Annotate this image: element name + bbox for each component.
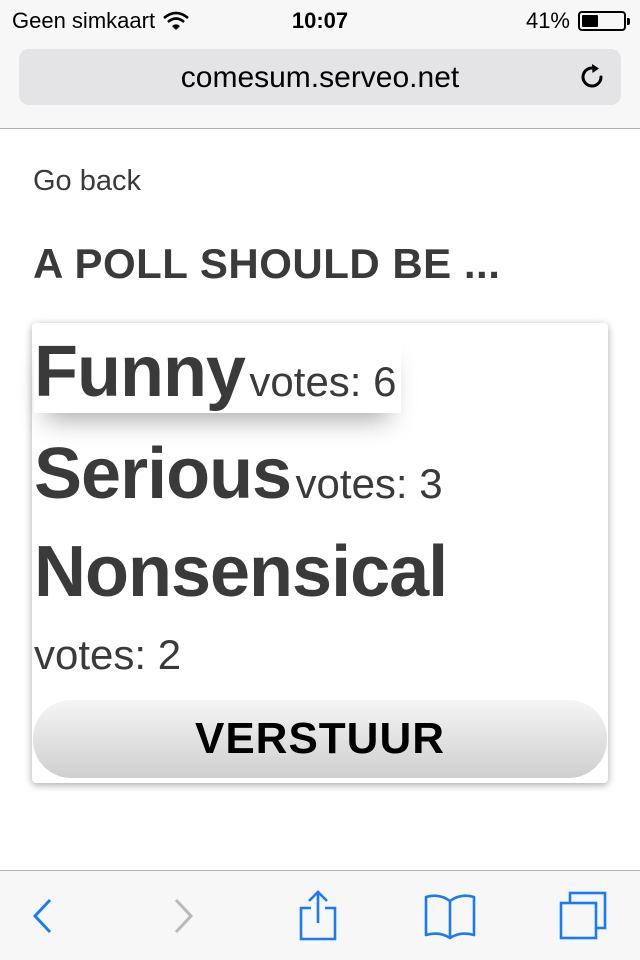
poll-option-serious[interactable]: Serious votes: 3 (34, 433, 443, 515)
bookmarks-button[interactable] (423, 889, 477, 943)
page-title: A POLL SHOULD BE ... (33, 240, 501, 287)
option-label: Serious (34, 434, 292, 514)
poll-option-nonsensical[interactable]: Nonsensical (34, 531, 448, 613)
address-bar[interactable]: comesum.serveo.net (19, 49, 621, 105)
share-button[interactable] (291, 889, 345, 943)
option-label: Funny (34, 332, 246, 412)
reload-icon[interactable] (577, 62, 607, 92)
poll-form: Funny votes: 6 Serious votes: 3 Nonsensi… (32, 323, 608, 783)
option-votes: votes: 3 (295, 460, 443, 507)
forward-icon (174, 898, 194, 934)
bookmarks-icon (424, 894, 476, 940)
browser-toolbar (0, 870, 640, 960)
back-icon (32, 898, 52, 934)
submit-button[interactable]: VERSTUUR (33, 700, 607, 778)
browser-navigation: comesum.serveo.net (0, 40, 640, 129)
battery-fill (582, 15, 598, 27)
battery-icon (578, 11, 630, 31)
battery-percent: 41% (525, 8, 570, 33)
url-text[interactable]: comesum.serveo.net (19, 61, 621, 95)
poll-option-funny[interactable]: Funny votes: 6 (34, 331, 401, 413)
option-votes: votes: 6 (249, 358, 397, 405)
share-icon (299, 890, 337, 941)
option-label: Nonsensical (34, 532, 448, 612)
tabs-button[interactable] (556, 889, 610, 943)
status-bar: Geen simkaart 10:07 41% (0, 0, 640, 40)
go-back-link[interactable]: Go back (33, 165, 141, 198)
battery-status: 41% (525, 8, 630, 34)
back-button[interactable] (16, 889, 70, 943)
option-votes: votes: 2 (34, 631, 182, 678)
forward-button[interactable] (156, 889, 210, 943)
tabs-icon (559, 891, 607, 940)
